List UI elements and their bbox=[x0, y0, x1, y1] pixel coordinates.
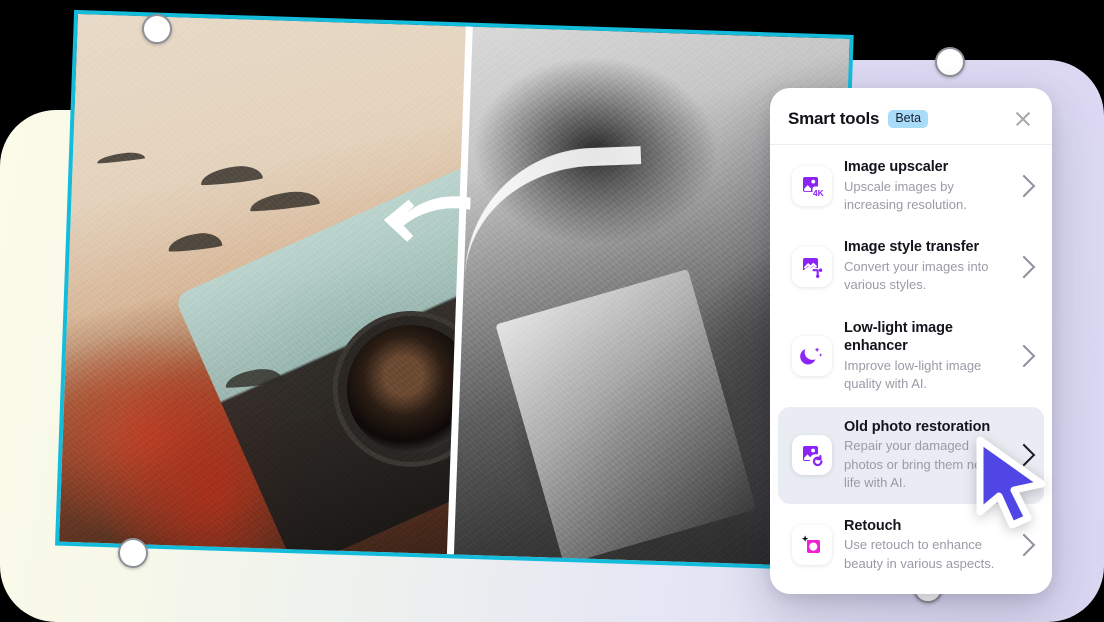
chevron-right-icon bbox=[1012, 345, 1036, 368]
screenshot-stage: Smart tools Beta 4K Image upscaler Upsca… bbox=[0, 0, 1104, 622]
photo-restore-icon bbox=[792, 435, 832, 476]
tool-name: Retouch bbox=[844, 517, 902, 534]
image-canvas[interactable] bbox=[55, 9, 965, 603]
before-after-photo[interactable] bbox=[55, 9, 854, 571]
retouch-sparkle-icon bbox=[792, 525, 832, 566]
photo-book-bw-object bbox=[495, 269, 757, 565]
svg-text:4K: 4K bbox=[813, 188, 824, 198]
bird-icon bbox=[199, 163, 264, 187]
close-icon[interactable] bbox=[1012, 108, 1034, 130]
image-style-transfer-icon bbox=[792, 246, 832, 287]
moon-sparkle-icon bbox=[792, 336, 832, 377]
tool-text: Image style transfer Convert your images… bbox=[844, 238, 1000, 294]
tool-description: Improve low-light image quality with AI. bbox=[844, 358, 982, 392]
image-4k-icon: 4K bbox=[792, 166, 832, 207]
tool-name: Low-light image enhancer bbox=[844, 319, 953, 355]
tool-description: Convert your images into various styles. bbox=[844, 259, 989, 293]
photo-birds-group bbox=[78, 64, 386, 424]
beta-badge: Beta bbox=[888, 109, 929, 129]
handle-bottom-left[interactable] bbox=[118, 538, 148, 568]
mouse-pointer-icon bbox=[972, 436, 1050, 529]
image-canvas-skew bbox=[55, 9, 854, 599]
tool-text: Low-light image enhancer Improve low-lig… bbox=[844, 319, 1000, 394]
chevron-right-icon bbox=[1012, 255, 1036, 278]
bird-icon bbox=[248, 189, 321, 213]
tool-item-image-style-transfer[interactable]: Image style transfer Convert your images… bbox=[778, 227, 1044, 305]
handle-top-left[interactable] bbox=[142, 14, 172, 44]
tool-description: Use retouch to enhance beauty in various… bbox=[844, 537, 995, 571]
tool-name: Old photo restoration bbox=[844, 418, 991, 435]
tool-name: Image upscaler bbox=[844, 159, 949, 175]
compare-arrow-icon bbox=[383, 189, 471, 254]
tool-description: Upscale images by increasing resolution. bbox=[844, 178, 967, 212]
bird-icon bbox=[96, 150, 146, 165]
panel-header: Smart tools Beta bbox=[770, 88, 1052, 145]
tool-text: Image upscaler Upscale images by increas… bbox=[844, 158, 1000, 214]
panel-title: Smart tools bbox=[788, 109, 880, 128]
chevron-right-icon bbox=[1012, 174, 1036, 198]
tool-name: Image style transfer bbox=[844, 239, 980, 256]
bird-icon bbox=[167, 231, 223, 253]
tool-item-low-light-enhancer[interactable]: Low-light image enhancer Improve low-lig… bbox=[778, 308, 1044, 405]
chevron-right-icon bbox=[1012, 533, 1036, 557]
photo-color-half bbox=[59, 14, 850, 567]
handle-top-right[interactable] bbox=[935, 47, 965, 77]
tool-item-image-upscaler[interactable]: 4K Image upscaler Upscale images by incr… bbox=[778, 147, 1044, 225]
